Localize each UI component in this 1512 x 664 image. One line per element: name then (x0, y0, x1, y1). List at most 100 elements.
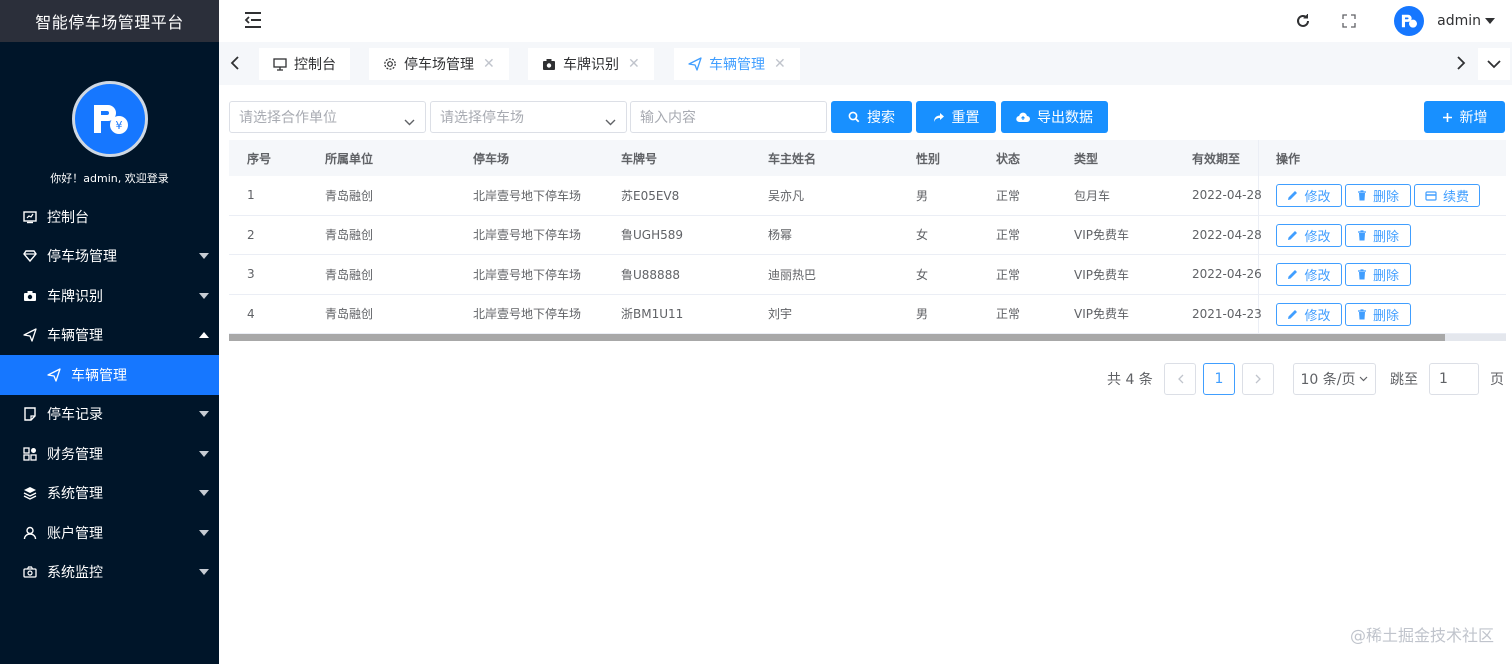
user-icon (22, 525, 38, 541)
trash-icon (1357, 229, 1367, 241)
header-cell: 所属单位 (325, 151, 374, 166)
user-avatar[interactable]: ¥ (71, 81, 148, 157)
edit-button[interactable]: 修改 (1276, 302, 1342, 326)
camera-outline-icon (22, 564, 38, 580)
tab-parking-lot[interactable]: 停车场管理 ✕ (369, 48, 509, 80)
goto-page-input[interactable]: 1 (1429, 363, 1479, 395)
header-cell: 状态 (996, 151, 1021, 166)
sidebar-subitem-vehicle-management[interactable]: 车辆管理 (0, 355, 219, 395)
layers-icon (22, 485, 38, 501)
tabs-dropdown-icon[interactable] (1478, 48, 1510, 80)
tabs-scroll-right-icon[interactable] (1451, 53, 1471, 73)
reset-button[interactable]: 重置 (916, 101, 996, 133)
sidebar-item-label: 控制台 (47, 209, 89, 226)
gear-icon (383, 57, 397, 71)
table-header: 序号 所属单位 停车场 车牌号 车主姓名 性别 状态 类型 有效期至 操作 (229, 140, 1506, 176)
fullscreen-icon[interactable] (1340, 12, 1358, 30)
edit-button[interactable]: 修改 (1276, 184, 1342, 207)
add-button[interactable]: 新增 (1424, 101, 1505, 133)
brand-title: 智能停车场管理平台 (0, 0, 219, 42)
trash-icon (1357, 190, 1367, 201)
close-icon[interactable]: ✕ (774, 56, 786, 72)
sidebar-item-system[interactable]: 系统管理 (0, 474, 219, 514)
header-avatar[interactable] (1394, 6, 1425, 36)
header-cell: 停车场 (473, 151, 510, 166)
sidebar-item-finance[interactable]: 财务管理 (0, 434, 219, 474)
table-row: 2 青岛融创 北岸壹号地下停车场 鲁UGH589 杨幂 女 正常 VIP免费车 … (229, 216, 1506, 255)
sidebar-item-label: 车辆管理 (47, 328, 103, 345)
chevron-up-icon (199, 332, 209, 339)
watermark: @稀土掘金技术社区 (1349, 626, 1494, 645)
caret-down-icon[interactable] (1485, 18, 1495, 24)
sidebar-item-plate-recognition[interactable]: 车牌识别 (0, 276, 219, 316)
tabs-bar: 控制台 停车场管理 ✕ 车牌识别 ✕ 车辆管理 ✕ (219, 42, 1512, 85)
sidebar-item-vehicle[interactable]: 车辆管理 (0, 316, 219, 356)
edit-button[interactable]: 修改 (1276, 263, 1342, 286)
sidebar: 智能停车场管理平台 ¥ 你好！admin, 欢迎登录 控制台 停车场管理 车牌识… (0, 0, 219, 664)
edit-icon (1287, 230, 1298, 241)
sidebar-item-label: 账户管理 (47, 525, 103, 542)
sidebar-item-parking-lot[interactable]: 停车场管理 (0, 237, 219, 277)
table-horizontal-scrollbar[interactable] (229, 334, 1506, 341)
card-icon (1425, 190, 1437, 201)
cloud-upload-icon (1016, 112, 1030, 123)
send-icon (46, 367, 62, 383)
sidebar-item-parking-records[interactable]: 停车记录 (0, 395, 219, 435)
sidebar-item-label: 系统管理 (47, 486, 103, 503)
trash-icon (1357, 269, 1367, 280)
renew-button[interactable]: 续费 (1414, 184, 1480, 207)
edit-icon (1287, 269, 1298, 280)
welcome-text: 你好！admin, 欢迎登录 (50, 172, 169, 185)
edit-button[interactable]: 修改 (1276, 223, 1342, 247)
keyword-input[interactable]: 输入内容 (630, 101, 827, 133)
table-row: 4 青岛融创 北岸壹号地下停车场 浙BM1U11 刘宇 男 正常 VIP免费车 … (229, 295, 1506, 334)
header-cell: 类型 (1074, 151, 1099, 166)
chevron-down-icon (404, 114, 415, 130)
unit-select[interactable]: 请选择合作单位 (229, 101, 426, 133)
refresh-icon[interactable] (1294, 12, 1312, 30)
goto-label: 跳至 (1390, 372, 1418, 388)
page-size-select[interactable]: 10 条/页 (1293, 363, 1376, 395)
grid-icon (22, 446, 38, 462)
chevron-down-icon (605, 114, 616, 130)
close-icon[interactable]: ✕ (483, 56, 495, 72)
export-button[interactable]: 导出数据 (1001, 101, 1108, 133)
tab-vehicle-management[interactable]: 车辆管理 ✕ (674, 48, 800, 80)
sidebar-item-monitor[interactable]: 系统监控 (0, 553, 219, 593)
header-cell: 车主姓名 (768, 151, 817, 166)
header-cell: 操作 (1276, 151, 1301, 166)
page-number-button[interactable]: 1 (1203, 363, 1235, 395)
header-cell: 车牌号 (621, 151, 658, 166)
delete-button[interactable]: 删除 (1345, 302, 1411, 326)
tab-dashboard[interactable]: 控制台 (259, 48, 350, 80)
prev-page-button[interactable] (1164, 363, 1196, 395)
chevron-down-icon (199, 411, 209, 418)
close-icon[interactable]: ✕ (628, 56, 640, 72)
delete-button[interactable]: 删除 (1345, 263, 1411, 286)
username[interactable]: admin (1437, 13, 1481, 29)
scrollbar-thumb[interactable] (229, 334, 1445, 341)
share-icon (933, 112, 945, 123)
sidebar-item-label: 系统监控 (47, 565, 103, 582)
page-unit-label: 页 (1490, 372, 1504, 388)
chevron-down-icon (1360, 376, 1368, 382)
top-header: admin (219, 0, 1512, 42)
chevron-down-icon (199, 490, 209, 497)
sidebar-item-account[interactable]: 账户管理 (0, 513, 219, 553)
tab-plate-recognition[interactable]: 车牌识别 ✕ (528, 48, 654, 80)
sidebar-item-dashboard[interactable]: 控制台 (0, 197, 219, 237)
sidebar-item-label: 车牌识别 (47, 288, 103, 305)
next-page-button[interactable] (1242, 363, 1274, 395)
search-icon (848, 111, 860, 123)
svg-text:¥: ¥ (115, 119, 122, 132)
delete-button[interactable]: 删除 (1345, 184, 1411, 207)
chevron-down-icon (199, 529, 209, 536)
parking-lot-select[interactable]: 请选择停车场 (430, 101, 627, 133)
parking-logo-icon: ¥ (93, 105, 128, 134)
menu-fold-icon[interactable] (243, 11, 263, 33)
note-icon (22, 406, 38, 422)
search-button[interactable]: 搜索 (831, 101, 912, 133)
diamond-icon (22, 248, 38, 264)
delete-button[interactable]: 删除 (1345, 223, 1411, 247)
tabs-scroll-left-icon[interactable] (225, 53, 245, 73)
